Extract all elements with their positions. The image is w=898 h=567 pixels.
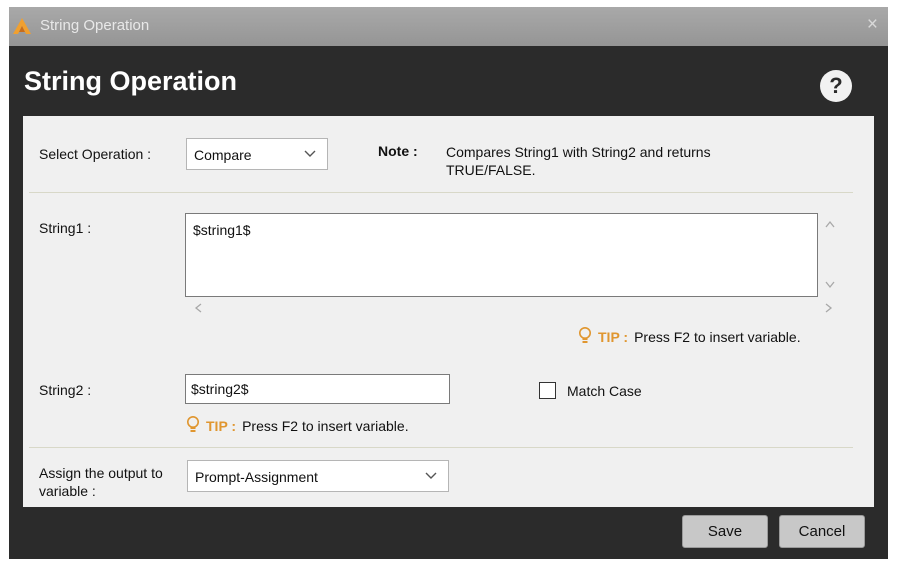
window-title: String Operation (40, 17, 150, 34)
dialog-footer: Save Cancel (9, 507, 888, 559)
string1-textarea[interactable]: $string1$ (185, 213, 818, 297)
scroll-up-icon[interactable] (825, 220, 835, 228)
string1-vertical-scrollbar[interactable] (818, 213, 840, 297)
select-operation-label: Select Operation : (39, 146, 152, 162)
divider (29, 447, 853, 448)
string-operation-dialog: String Operation × String Operation ? Se… (9, 7, 888, 559)
scroll-down-icon[interactable] (825, 281, 835, 289)
cancel-button[interactable]: Cancel (779, 515, 865, 548)
string2-input[interactable]: $string2$ (185, 374, 450, 404)
output-variable-select[interactable]: Prompt-Assignment (187, 460, 449, 492)
string1-value: $string1$ (193, 222, 251, 238)
tip-label: TIP : (598, 329, 629, 345)
dialog-header: String Operation ? (9, 46, 888, 116)
note-text: Compares String1 with String2 and return… (446, 144, 711, 178)
assign-output-label: Assign the output to variable : (39, 465, 163, 499)
string1-label: String1 : (39, 220, 92, 236)
form-panel: Select Operation : Compare Note : Compar… (23, 116, 874, 507)
save-button[interactable]: Save (682, 515, 768, 548)
help-icon[interactable]: ? (820, 70, 852, 102)
titlebar[interactable]: String Operation × (9, 7, 888, 46)
lightbulb-icon (579, 327, 591, 343)
tip-string1: TIP : Press F2 to insert variable. (578, 327, 801, 345)
lightbulb-icon (187, 416, 199, 432)
divider (29, 192, 853, 193)
tip-text: Press F2 to insert variable. (242, 418, 409, 434)
tip-label: TIP : (206, 418, 237, 434)
match-case-checkbox[interactable] (539, 382, 556, 399)
tip-string2: TIP : Press F2 to insert variable. (186, 416, 409, 434)
app-logo-icon (13, 18, 31, 34)
string2-label: String2 : (39, 382, 92, 398)
operation-select[interactable]: Compare (186, 138, 328, 170)
output-variable-select-value: Prompt-Assignment (195, 469, 318, 485)
chevron-down-icon (304, 150, 316, 157)
operation-select-value: Compare (194, 147, 252, 163)
close-icon[interactable]: × (867, 14, 878, 36)
chevron-down-icon (425, 472, 437, 479)
tip-text: Press F2 to insert variable. (634, 329, 801, 345)
string1-horizontal-scrollbar[interactable] (185, 297, 840, 317)
note-label: Note : (378, 143, 418, 159)
string2-value: $string2$ (191, 381, 249, 397)
page-title: String Operation (24, 66, 238, 96)
match-case-label[interactable]: Match Case (567, 383, 642, 399)
scroll-left-icon[interactable] (194, 303, 202, 313)
scroll-right-icon[interactable] (825, 303, 833, 313)
